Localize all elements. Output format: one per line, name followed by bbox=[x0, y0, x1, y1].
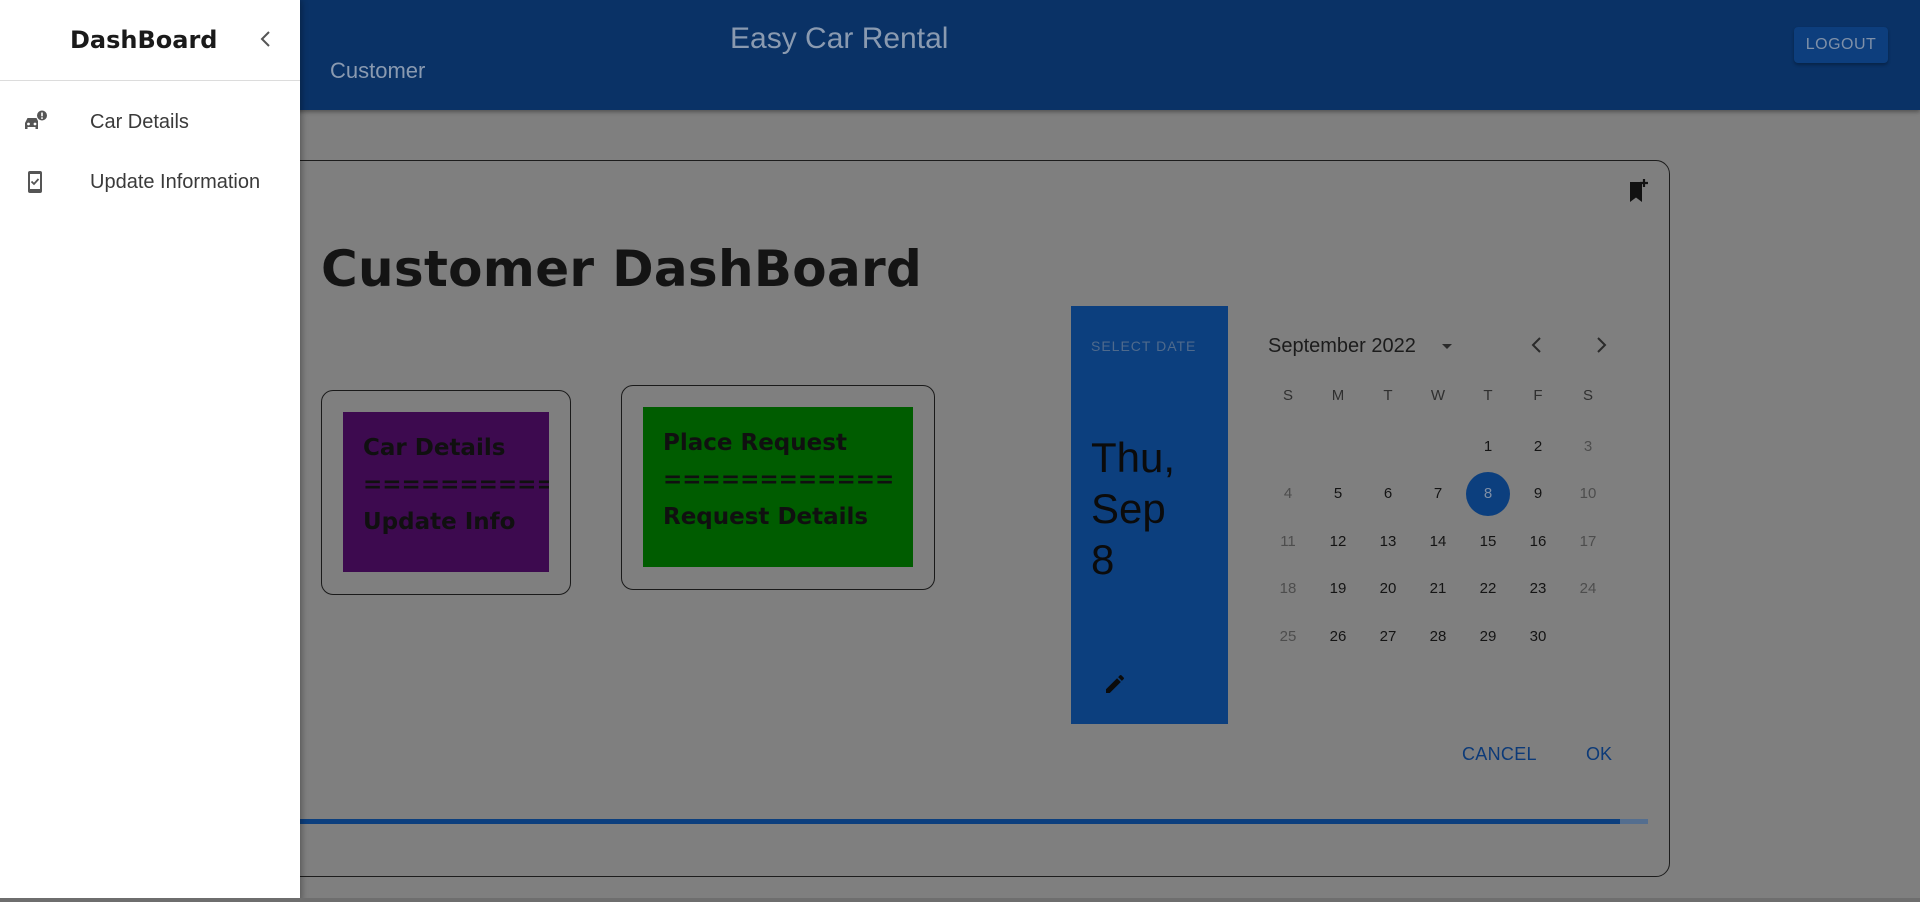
datepicker-toolbar-label: SELECT DATE bbox=[1091, 338, 1197, 354]
calendar-day[interactable]: 3 bbox=[1566, 424, 1610, 468]
side-drawer: DashBoard Car Details Update Information bbox=[0, 0, 300, 902]
tile-line: ============ bbox=[663, 467, 895, 493]
calendar-day[interactable]: 24 bbox=[1566, 567, 1610, 611]
phone-check-icon bbox=[28, 171, 42, 193]
calendar-day-selected[interactable]: 8 bbox=[1466, 471, 1510, 516]
calendar-day[interactable]: 20 bbox=[1366, 567, 1410, 611]
calendar-day[interactable]: 21 bbox=[1416, 567, 1460, 611]
calendar-day[interactable]: 27 bbox=[1366, 614, 1410, 658]
calendar-day[interactable]: 12 bbox=[1316, 519, 1360, 563]
calendar-day[interactable]: 16 bbox=[1516, 519, 1560, 563]
app-subtitle: Customer bbox=[330, 58, 426, 83]
weekday-label: S bbox=[1582, 387, 1593, 404]
weekday-label: F bbox=[1533, 387, 1543, 404]
datepicker-selected-date: Thu, Sep 8 bbox=[1091, 432, 1175, 585]
chevron-right-icon[interactable] bbox=[1590, 334, 1612, 356]
calendar-day[interactable]: 25 bbox=[1266, 614, 1310, 658]
calendar-day[interactable]: 23 bbox=[1516, 567, 1560, 611]
page-title: Customer DashBoard bbox=[321, 240, 923, 298]
sidebar-item-label: Update Information bbox=[90, 171, 261, 193]
weekday-label: T bbox=[1483, 387, 1493, 404]
logout-button[interactable]: LOGOUT bbox=[1794, 27, 1888, 63]
tile-line: Car Details bbox=[363, 435, 506, 461]
calendar-day[interactable]: 29 bbox=[1466, 614, 1510, 658]
progress-bar bbox=[245, 819, 1648, 824]
bottom-strip bbox=[0, 898, 1920, 902]
calendar-day[interactable]: 28 bbox=[1416, 614, 1460, 658]
chevron-left-icon[interactable] bbox=[1526, 334, 1548, 356]
calendar-day[interactable]: 22 bbox=[1466, 567, 1510, 611]
datepicker-cancel-button[interactable]: CANCEL bbox=[1462, 744, 1537, 765]
calendar-day[interactable]: 9 bbox=[1516, 472, 1560, 516]
place-request-tile-content[interactable]: Place Request ============ Request Detai… bbox=[643, 407, 913, 567]
calendar-day[interactable]: 15 bbox=[1466, 519, 1510, 563]
weekday-label: M bbox=[1331, 387, 1345, 404]
sidebar-item-label: Car Details bbox=[90, 111, 189, 133]
selected-date-day: 8 bbox=[1091, 536, 1115, 583]
calendar-day[interactable]: 7 bbox=[1416, 472, 1460, 516]
calendar-day[interactable]: 19 bbox=[1316, 567, 1360, 611]
calendar-day[interactable]: 14 bbox=[1416, 519, 1460, 563]
datepicker-ok-button[interactable]: OK bbox=[1586, 744, 1612, 765]
selected-date-weekday: Thu, bbox=[1091, 434, 1176, 481]
calendar-day[interactable]: 1 bbox=[1466, 424, 1510, 468]
app-title: Easy Car Rental bbox=[730, 22, 949, 55]
tile-line: Request Details bbox=[663, 504, 869, 530]
drawer-divider bbox=[0, 80, 300, 81]
calendar-day[interactable]: 10 bbox=[1566, 472, 1610, 516]
weekday-label: T bbox=[1383, 387, 1393, 404]
car-details-tile-content[interactable]: Car Details ============ Update Info bbox=[343, 412, 549, 572]
calendar-day[interactable]: 13 bbox=[1366, 519, 1410, 563]
chevron-left-icon[interactable] bbox=[255, 28, 277, 50]
weekday-label: W bbox=[1430, 387, 1446, 404]
calendar-day[interactable]: 2 bbox=[1516, 424, 1560, 468]
weekday-label: S bbox=[1282, 387, 1293, 404]
bookmark-add-icon[interactable] bbox=[1628, 178, 1650, 204]
tile-line: Update Info bbox=[363, 509, 516, 535]
calendar-day[interactable]: 5 bbox=[1316, 472, 1360, 516]
calendar-day[interactable]: 17 bbox=[1566, 519, 1610, 563]
car-alert-icon bbox=[25, 110, 47, 129]
calendar-day[interactable]: 4 bbox=[1266, 472, 1310, 516]
tile-line: ============ bbox=[363, 472, 549, 498]
drawer-title: DashBoard bbox=[70, 26, 218, 54]
selected-date-month: Sep bbox=[1091, 485, 1166, 532]
calendar-day[interactable]: 26 bbox=[1316, 614, 1360, 658]
progress-bar-fill bbox=[245, 819, 1620, 824]
chevron-down-icon[interactable] bbox=[1438, 338, 1456, 356]
pencil-icon[interactable] bbox=[1103, 672, 1127, 696]
calendar-day[interactable]: 11 bbox=[1266, 519, 1310, 563]
tile-line: Place Request bbox=[663, 430, 847, 456]
datepicker-month-label[interactable]: September 2022 bbox=[1268, 335, 1416, 358]
sidebar-item-car-details[interactable]: Car Details bbox=[0, 93, 300, 149]
calendar-day[interactable]: 30 bbox=[1516, 614, 1560, 658]
calendar-day[interactable]: 6 bbox=[1366, 472, 1410, 516]
sidebar-item-update-information[interactable]: Update Information bbox=[0, 153, 300, 209]
calendar-day[interactable]: 18 bbox=[1266, 567, 1310, 611]
